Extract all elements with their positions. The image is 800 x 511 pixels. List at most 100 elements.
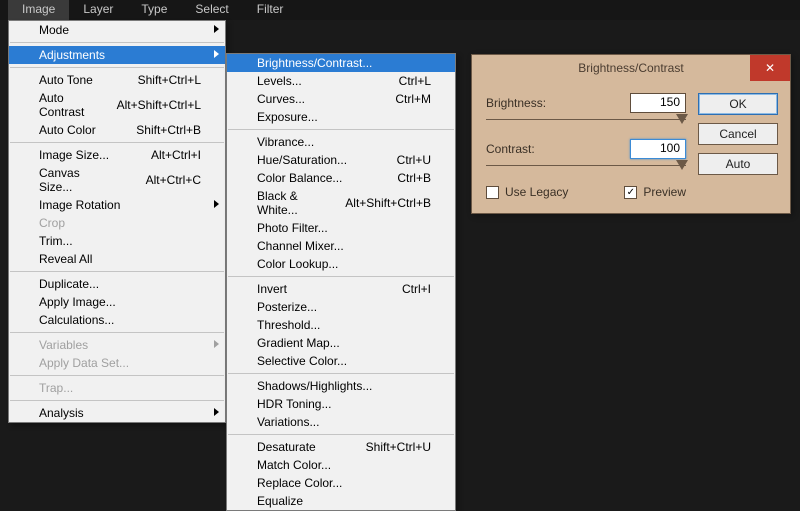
brightness-slider-thumb[interactable] [676,114,688,124]
menu-item-label: Variables [39,338,88,352]
menu-item[interactable]: Replace Color... [227,474,455,492]
menu-item[interactable]: Shadows/Highlights... [227,377,455,395]
menu-item-label: Calculations... [39,313,114,327]
brightness-input[interactable]: 150 [630,93,686,113]
menu-item-shortcut: Alt+Ctrl+I [151,148,201,162]
menu-item-label: Image Size... [39,148,109,162]
menubar-item-layer[interactable]: Layer [69,0,127,20]
contrast-input[interactable]: 100 [630,139,686,159]
menu-item[interactable]: DesaturateShift+Ctrl+U [227,438,455,456]
menu-item[interactable]: Photo Filter... [227,219,455,237]
dialog-titlebar[interactable]: Brightness/Contrast ✕ [472,55,790,81]
menu-item[interactable]: Threshold... [227,316,455,334]
menubar-item-type[interactable]: Type [127,0,181,20]
menu-item[interactable]: Black & White... Alt+Shift+Ctrl+B [227,187,455,219]
menu-item-label: Color Balance... [257,171,342,185]
menu-item-label: Brightness/Contrast... [257,56,372,70]
menu-item[interactable]: Reveal All [9,250,225,268]
menu-item-shortcut: Ctrl+L [399,74,431,88]
menu-item-label: Duplicate... [39,277,99,291]
checkbox-icon: ✓ [624,186,637,199]
menu-item[interactable]: Match Color... [227,456,455,474]
menu-item[interactable]: Channel Mixer... [227,237,455,255]
close-button[interactable]: ✕ [750,55,790,81]
brightness-contrast-dialog: Brightness/Contrast ✕ Brightness: 150 Co… [471,54,791,214]
cancel-button[interactable]: Cancel [698,123,778,145]
menu-item-shortcut: Shift+Ctrl+U [366,440,431,454]
brightness-slider[interactable] [486,115,686,129]
contrast-slider-thumb[interactable] [676,160,688,170]
contrast-slider[interactable] [486,161,686,175]
menu-item: Variables [9,336,225,354]
menu-item-label: Channel Mixer... [257,239,344,253]
menu-item-shortcut: Ctrl+I [402,282,431,296]
menu-item-label: Apply Data Set... [39,356,129,370]
chevron-right-icon [214,25,219,33]
menu-item-label: Image Rotation [39,198,120,212]
menu-item[interactable]: Auto ContrastAlt+Shift+Ctrl+L [9,89,225,121]
menu-item-label: Adjustments [39,48,105,62]
menu-item: Trap... [9,379,225,397]
menu-item-label: Mode [39,23,69,37]
menu-item[interactable]: Canvas Size...Alt+Ctrl+C [9,164,225,196]
menu-item-label: Analysis [39,406,84,420]
preview-checkbox[interactable]: ✓ Preview [624,185,686,199]
image-menu: ModeAdjustmentsAuto ToneShift+Ctrl+LAuto… [8,20,226,423]
menu-item[interactable]: HDR Toning... [227,395,455,413]
menu-item[interactable]: Brightness/Contrast... [227,54,455,72]
menu-item-label: Photo Filter... [257,221,328,235]
menu-item-label: Invert [257,282,287,296]
menu-item[interactable]: Curves...Ctrl+M [227,90,455,108]
menu-item-label: Black & White... [257,189,315,217]
menu-item[interactable]: Levels...Ctrl+L [227,72,455,90]
menu-item[interactable]: Apply Image... [9,293,225,311]
menu-item[interactable]: Color Lookup... [227,255,455,273]
menu-item-label: Hue/Saturation... [257,153,347,167]
checkbox-icon [486,186,499,199]
menu-item[interactable]: Trim... [9,232,225,250]
menu-item[interactable]: Vibrance... [227,133,455,151]
menu-item[interactable]: Variations... [227,413,455,431]
ok-button[interactable]: OK [698,93,778,115]
chevron-right-icon [214,408,219,416]
use-legacy-checkbox[interactable]: Use Legacy [486,185,568,199]
menubar-item-select[interactable]: Select [181,0,242,20]
menu-item-shortcut: Ctrl+M [395,92,431,106]
menu-item-label: Threshold... [257,318,320,332]
chevron-right-icon [214,50,219,58]
menubar-item-image[interactable]: Image [8,0,69,20]
menu-item[interactable]: Auto ColorShift+Ctrl+B [9,121,225,139]
menu-item-shortcut: Alt+Shift+Ctrl+B [345,196,431,210]
menu-item[interactable]: Gradient Map... [227,334,455,352]
preview-label: Preview [643,185,686,199]
dialog-title: Brightness/Contrast [578,61,683,75]
menu-item[interactable]: Adjustments [9,46,225,64]
menu-item-shortcut: Ctrl+B [397,171,431,185]
menu-item[interactable]: Selective Color... [227,352,455,370]
menu-item[interactable]: Invert Ctrl+I [227,280,455,298]
menu-item[interactable]: Image Rotation [9,196,225,214]
auto-button[interactable]: Auto [698,153,778,175]
menu-item-label: Auto Tone [39,73,93,87]
menu-item-shortcut: Ctrl+U [397,153,431,167]
menu-item[interactable]: Hue/Saturation... Ctrl+U [227,151,455,169]
menu-item[interactable]: Posterize... [227,298,455,316]
menu-item[interactable]: Image Size... Alt+Ctrl+I [9,146,225,164]
menu-item-label: Gradient Map... [257,336,340,350]
menu-item-label: Trap... [39,381,73,395]
contrast-label: Contrast: [486,142,535,156]
menu-item[interactable]: Equalize [227,492,455,510]
adjustments-submenu: Brightness/Contrast... Levels...Ctrl+LCur… [226,53,456,511]
menubar-item-filter[interactable]: Filter [243,0,298,20]
menu-item[interactable]: Calculations... [9,311,225,329]
chevron-right-icon [214,340,219,348]
menu-item-label: HDR Toning... [257,397,331,411]
menu-item[interactable]: Auto ToneShift+Ctrl+L [9,71,225,89]
menu-item[interactable]: Exposure... [227,108,455,126]
menu-item[interactable]: Mode [9,21,225,39]
menu-item[interactable]: Duplicate... [9,275,225,293]
menu-item-label: Match Color... [257,458,331,472]
menu-item[interactable]: Analysis [9,404,225,422]
menu-item-label: Auto Contrast [39,91,87,119]
menu-item[interactable]: Color Balance... Ctrl+B [227,169,455,187]
